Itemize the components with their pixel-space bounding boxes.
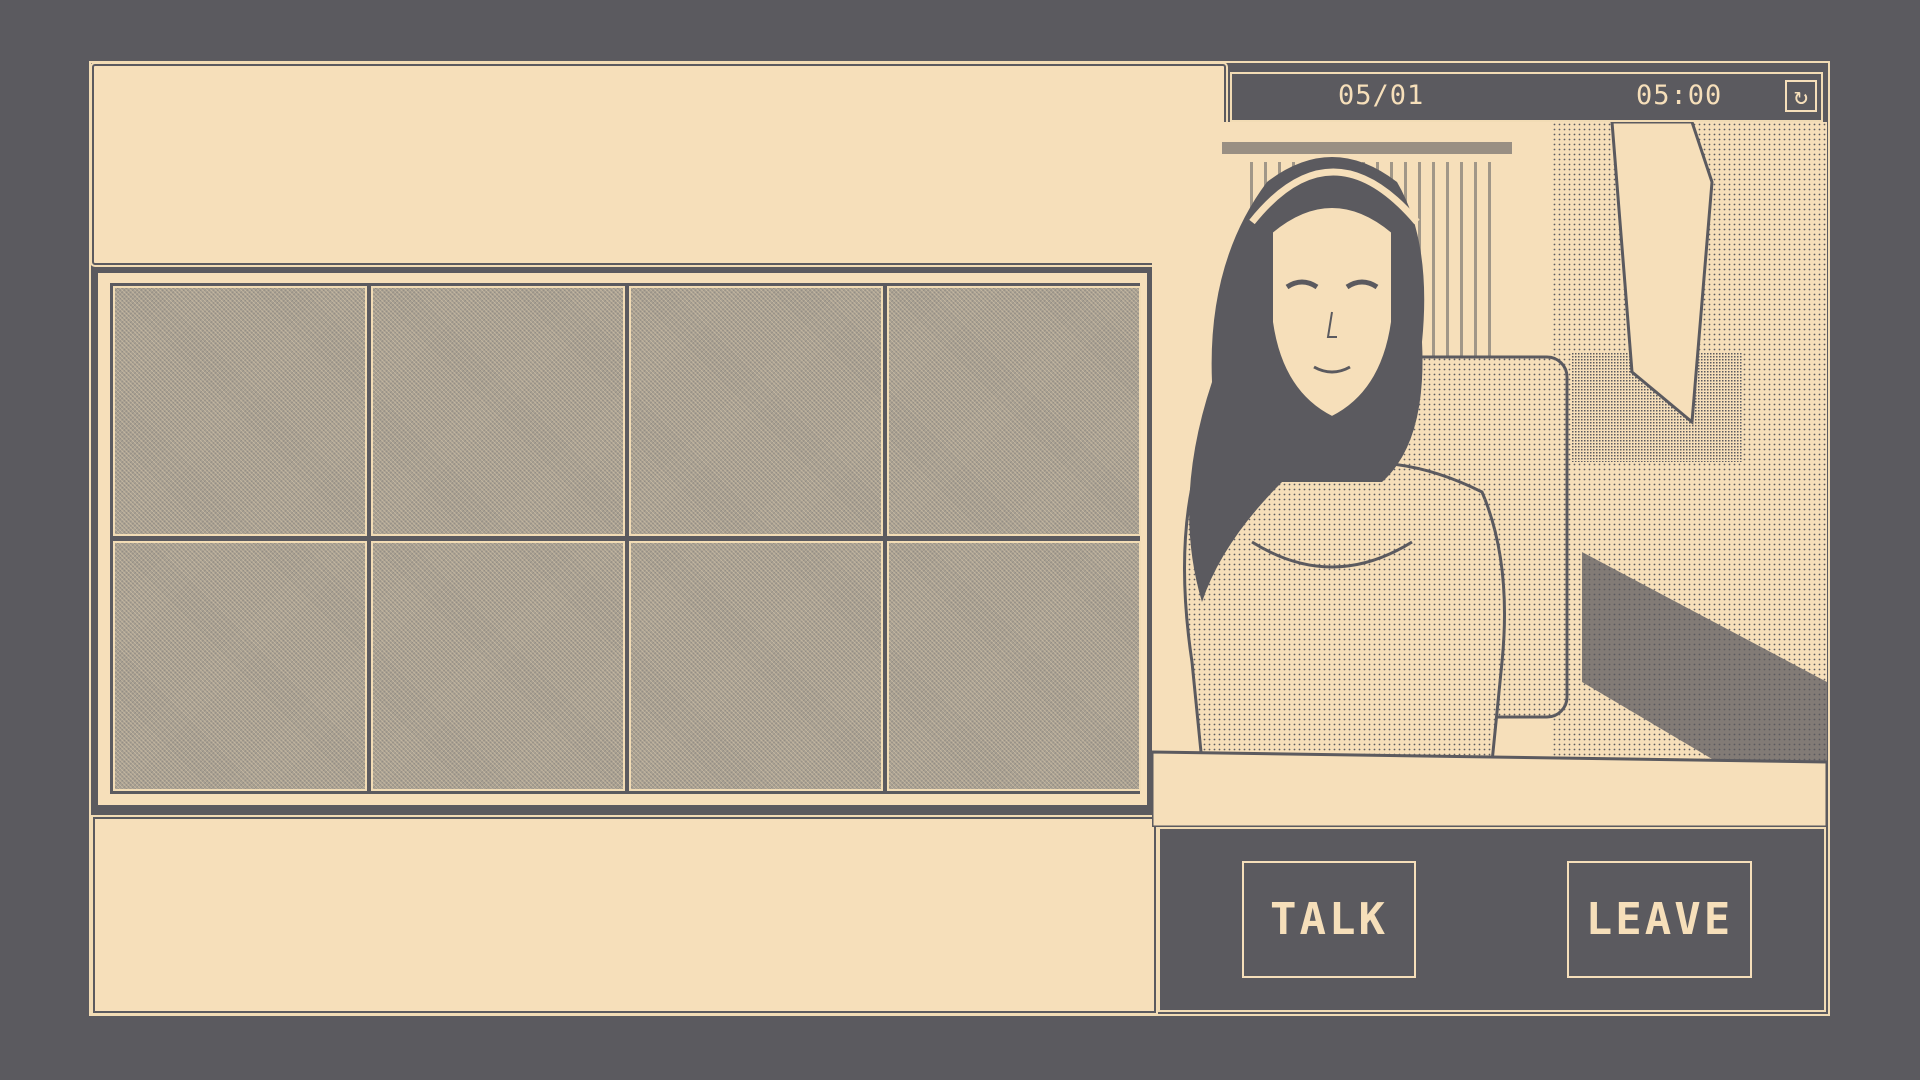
refresh-icon[interactable]: ↻ [1785,80,1817,112]
message-panel [91,815,1158,1015]
date-display: 05/01 [1338,80,1425,111]
dialogue-panel [90,62,1228,267]
inventory-slot[interactable] [113,286,367,536]
inventory-slot[interactable] [371,541,625,791]
inventory-slot[interactable] [887,541,1141,791]
inventory-slot[interactable] [371,286,625,536]
character-scene [1152,122,1827,827]
inventory-slot[interactable] [887,286,1141,536]
leave-button[interactable]: LEAVE [1567,861,1752,978]
time-display: 05:00 [1636,80,1723,111]
talk-button[interactable]: TALK [1242,861,1416,978]
inventory-panel [95,270,1150,808]
inventory-slot[interactable] [629,286,883,536]
status-bar: 05/01 05:00 ↻ [1230,72,1823,122]
inventory-grid [110,283,1141,794]
character-portrait [1152,122,1827,827]
inventory-slot[interactable] [113,541,367,791]
action-panel: TALK LEAVE [1158,827,1826,1012]
inventory-slot[interactable] [629,541,883,791]
